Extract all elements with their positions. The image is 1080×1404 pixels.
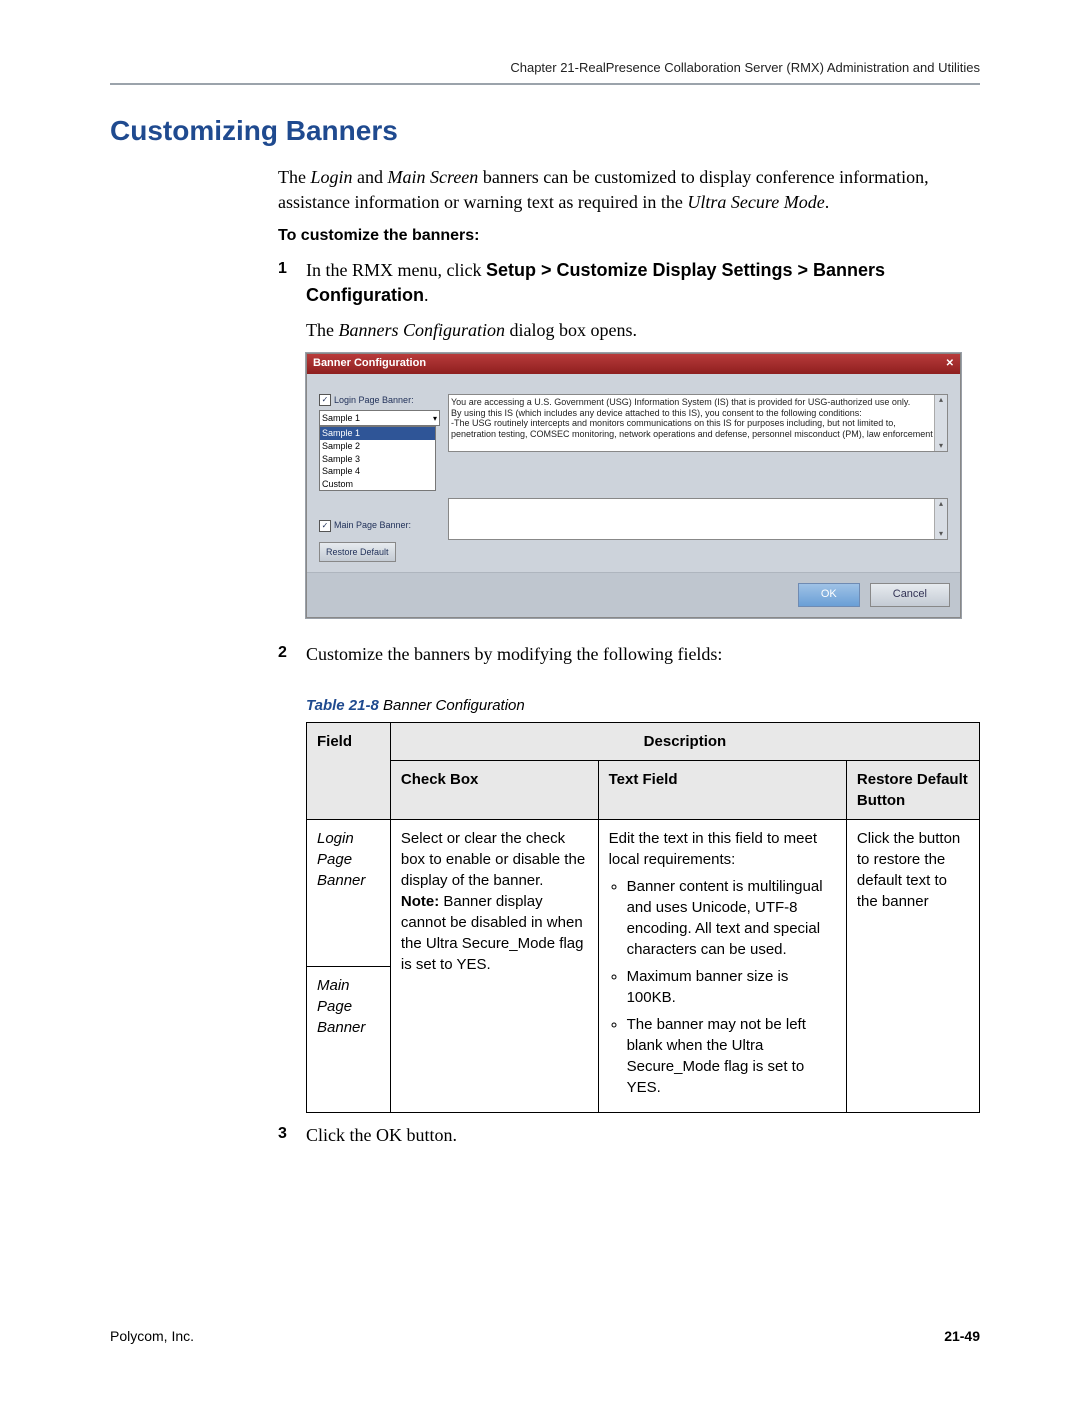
main-banner-textarea[interactable]: ▴▾: [448, 498, 948, 540]
step-3: 3 Click the OK button.: [278, 1123, 980, 1148]
checkbox-icon: ✓: [319, 394, 331, 406]
td-checkbox-desc: Select or clear the check box to enable …: [390, 820, 598, 1113]
th-restore: Restore Default Button: [846, 761, 979, 820]
body-content: The Login and Main Screen banners can be…: [278, 165, 980, 1148]
list-item[interactable]: Sample 2: [320, 440, 435, 453]
header-rule: [110, 83, 980, 85]
list-item[interactable]: Sample 4: [320, 465, 435, 478]
page-number: 21-49: [944, 1328, 980, 1344]
table-caption: Table 21-8 Banner Configuration: [306, 695, 980, 716]
dialog-title-text: Banner Configuration: [313, 356, 426, 371]
chevron-down-icon: ▾: [433, 413, 437, 424]
step-2: 2 Customize the banners by modifying the…: [278, 642, 980, 1113]
list-item[interactable]: Custom: [320, 478, 435, 491]
th-textfield: Text Field: [598, 761, 846, 820]
scrollbar[interactable]: ▴▾: [934, 499, 947, 539]
td-main-banner: Main Page Banner: [307, 966, 391, 1113]
chapter-header: Chapter 21-RealPresence Collaboration Se…: [110, 60, 980, 75]
footer-company: Polycom, Inc.: [110, 1328, 194, 1344]
document-page: Chapter 21-RealPresence Collaboration Se…: [0, 0, 1080, 1404]
th-field: Field: [307, 723, 391, 820]
steps-list: 1 In the RMX menu, click Setup > Customi…: [278, 258, 980, 1148]
sample-listbox[interactable]: Sample 1 Sample 2 Sample 3 Sample 4 Cust…: [319, 426, 436, 491]
td-login-banner: Login Page Banner: [307, 820, 391, 967]
login-banner-checkbox[interactable]: ✓ Login Page Banner:: [319, 394, 434, 407]
cancel-button[interactable]: Cancel: [870, 583, 950, 606]
step-1: 1 In the RMX menu, click Setup > Customi…: [278, 258, 980, 632]
step1-sub: The Banners Configuration dialog box ope…: [306, 318, 980, 343]
close-icon[interactable]: ✕: [946, 357, 954, 371]
th-checkbox: Check Box: [390, 761, 598, 820]
ok-button[interactable]: OK: [798, 583, 860, 606]
page-footer: Polycom, Inc. 21-49: [110, 1328, 980, 1344]
banner-config-dialog: Banner Configuration ✕ ✓ Login Page Bann…: [306, 353, 961, 618]
list-item[interactable]: Sample 1: [320, 427, 435, 440]
main-banner-checkbox[interactable]: ✓ Main Page Banner:: [319, 519, 434, 532]
procedure-heading: To customize the banners:: [278, 225, 980, 247]
intro-paragraph: The Login and Main Screen banners can be…: [278, 165, 980, 215]
checkbox-icon: ✓: [319, 520, 331, 532]
scrollbar[interactable]: ▴▾: [934, 395, 947, 451]
sample-combobox[interactable]: Sample 1 ▾: [319, 410, 440, 426]
login-banner-textarea[interactable]: You are accessing a U.S. Government (USG…: [448, 394, 948, 452]
dialog-titlebar: Banner Configuration ✕: [307, 354, 960, 373]
td-restore-desc: Click the button to restore the default …: [846, 820, 979, 1113]
restore-default-button[interactable]: Restore Default: [319, 542, 396, 563]
list-item[interactable]: Sample 3: [320, 453, 435, 466]
th-description: Description: [390, 723, 979, 761]
section-heading: Customizing Banners: [110, 115, 980, 147]
banner-config-table: Field Description Check Box Text Field R…: [306, 722, 980, 1113]
td-textfield-desc: Edit the text in this field to meet loca…: [598, 820, 846, 1113]
